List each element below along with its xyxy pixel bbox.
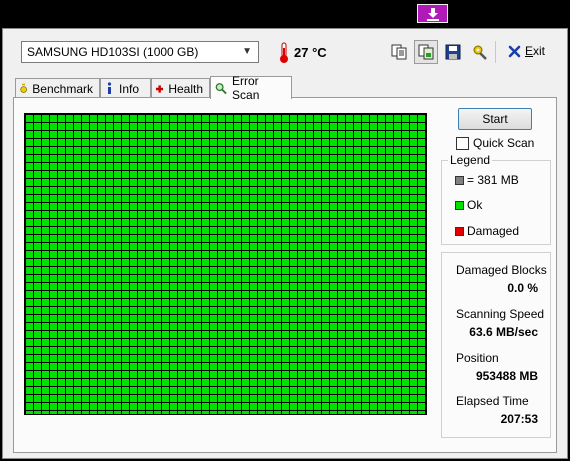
info-icon xyxy=(107,82,112,94)
elapsed-time-label: Elapsed Time xyxy=(456,394,529,408)
copy-image-icon xyxy=(418,44,434,60)
tab-error-scan[interactable]: Error Scan xyxy=(210,74,292,102)
close-x-icon xyxy=(508,45,521,57)
minimize-to-tray-button[interactable] xyxy=(417,4,448,23)
tab-benchmark[interactable]: Benchmark xyxy=(15,78,100,98)
tools-icon xyxy=(473,45,487,60)
tab-info[interactable]: Info xyxy=(100,78,151,98)
scanning-speed-value: 63.6 MB/sec xyxy=(469,325,538,339)
options-button[interactable] xyxy=(468,40,492,64)
tab-health[interactable]: Health xyxy=(151,78,210,98)
legend-item-damaged: Damaged xyxy=(455,224,519,238)
copy-screenshot-button[interactable] xyxy=(414,40,438,64)
scan-statistics-group: Damaged Blocks 0.0 % Scanning Speed 63.6… xyxy=(441,252,551,438)
tab-info-label: Info xyxy=(119,81,140,96)
stopwatch-icon xyxy=(20,83,27,93)
legend-swatch-red xyxy=(455,226,464,236)
legend-item-label: Damaged xyxy=(467,224,520,238)
position-value: 953488 MB xyxy=(475,369,538,383)
scanning-speed-label: Scanning Speed xyxy=(456,307,545,321)
quick-scan-label: Quick Scan xyxy=(473,136,535,150)
magnifier-icon xyxy=(215,82,227,94)
start-button[interactable]: Start xyxy=(458,108,532,130)
floppy-disk-icon xyxy=(445,44,461,60)
legend-item-label: = 381 MB xyxy=(467,173,519,187)
exit-button[interactable]: Exit xyxy=(508,44,545,58)
thermometer-icon xyxy=(280,42,288,63)
legend-item-block-size: = 381 MB xyxy=(455,173,519,187)
tab-benchmark-label: Benchmark xyxy=(32,81,93,96)
copy-text-button[interactable] xyxy=(387,40,411,64)
temperature-readout: 27 °C xyxy=(294,45,327,60)
drive-dropdown-value: SAMSUNG HD103SI (1000 GB) xyxy=(27,45,199,59)
legend-group: Legend = 381 MB Ok Damaged xyxy=(441,153,551,245)
health-cross-icon xyxy=(156,84,164,93)
toolbar-separator xyxy=(495,41,496,63)
save-screenshot-button[interactable] xyxy=(441,40,465,64)
elapsed-time-value: 207:53 xyxy=(500,412,538,426)
exit-label: Exit xyxy=(525,44,546,58)
tab-health-label: Health xyxy=(168,81,203,96)
damaged-blocks-label: Damaged Blocks xyxy=(456,263,547,277)
scan-block-grid xyxy=(24,113,427,415)
legend-item-label: Ok xyxy=(467,198,483,212)
copy-icon xyxy=(391,44,407,60)
main-window: SAMSUNG HD103SI (1000 GB) ▼ 27 °C Exit B… xyxy=(2,28,568,459)
download-arrow-icon xyxy=(426,7,439,21)
legend-swatch-green xyxy=(455,200,464,210)
drive-dropdown[interactable]: SAMSUNG HD103SI (1000 GB) ▼ xyxy=(21,41,259,63)
quick-scan-checkbox[interactable] xyxy=(456,136,469,150)
quick-scan-option[interactable]: Quick Scan xyxy=(456,136,534,150)
damaged-blocks-value: 0.0 % xyxy=(507,281,538,295)
chevron-down-icon: ▼ xyxy=(242,46,252,57)
legend-swatch-gray xyxy=(455,175,464,185)
position-label: Position xyxy=(456,351,499,365)
tab-error-scan-label: Error Scan xyxy=(232,74,260,102)
error-scan-panel: Start Quick Scan Legend = 381 MB Ok Dama… xyxy=(13,97,557,453)
legend-item-ok: Ok xyxy=(455,198,482,212)
legend-title: Legend xyxy=(448,153,493,167)
